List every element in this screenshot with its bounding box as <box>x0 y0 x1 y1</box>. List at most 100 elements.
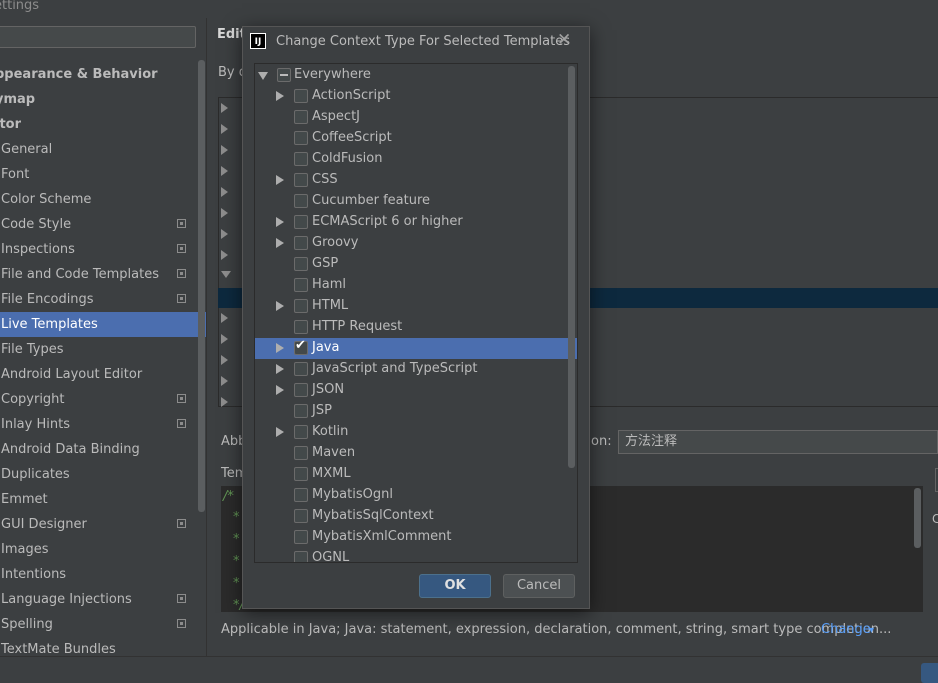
sidebar-item[interactable]: Android Layout Editor <box>0 362 196 387</box>
context-row[interactable]: AspectJ <box>255 107 577 128</box>
context-row[interactable]: HTTP Request <box>255 317 577 338</box>
sidebar-item[interactable]: Android Data Binding <box>0 437 196 462</box>
editor-scrollbar[interactable] <box>914 488 921 548</box>
context-checkbox[interactable] <box>294 320 308 334</box>
sidebar-item[interactable]: Images <box>0 537 196 562</box>
context-row[interactable]: MXML <box>255 464 577 485</box>
context-checkbox[interactable] <box>294 278 308 292</box>
sidebar-item[interactable]: Language Injections <box>0 587 196 612</box>
chevron-right-icon[interactable] <box>276 343 284 353</box>
chevron-right-icon[interactable] <box>276 385 284 395</box>
sidebar-item[interactable]: GUI Designer <box>0 512 196 537</box>
context-checkbox[interactable] <box>294 404 308 418</box>
context-row[interactable]: MybatisOgnl <box>255 485 577 506</box>
sidebar-item[interactable]: Color Scheme <box>0 187 196 212</box>
chevron-right-icon[interactable] <box>221 355 228 365</box>
chevron-right-icon[interactable] <box>221 124 228 134</box>
sidebar-item[interactable]: ymap <box>0 87 190 112</box>
chevron-right-icon[interactable] <box>221 313 228 323</box>
context-checkbox[interactable] <box>294 467 308 481</box>
context-row[interactable]: HTML <box>255 296 577 317</box>
context-row[interactable]: OGNL <box>255 548 577 562</box>
chevron-right-icon[interactable] <box>221 376 228 386</box>
chevron-down-icon[interactable] <box>258 72 268 80</box>
chevron-right-icon[interactable] <box>276 364 284 374</box>
ok-button[interactable]: OK <box>419 574 491 598</box>
context-checkbox[interactable] <box>294 215 308 229</box>
context-row[interactable]: ECMAScript 6 or higher <box>255 212 577 233</box>
chevron-right-icon[interactable] <box>221 229 228 239</box>
context-row[interactable]: ✔ Java <box>255 338 577 359</box>
context-row[interactable]: JavaScript and TypeScript <box>255 359 577 380</box>
sidebar-item[interactable]: Intentions <box>0 562 196 587</box>
sidebar-item[interactable]: Emmet <box>0 487 196 512</box>
context-row[interactable]: MybatisSqlContext <box>255 506 577 527</box>
chevron-right-icon[interactable] <box>221 250 228 260</box>
partial-checkbox[interactable] <box>277 68 291 82</box>
sidebar-item[interactable]: ppearance & Behavior <box>0 62 190 87</box>
chevron-right-icon[interactable] <box>276 217 284 227</box>
chevron-right-icon[interactable] <box>221 103 228 113</box>
context-checkbox[interactable] <box>294 551 308 562</box>
context-row[interactable]: ActionScript <box>255 86 577 107</box>
sidebar-scrollbar[interactable] <box>198 60 205 512</box>
context-checkbox[interactable] <box>294 446 308 460</box>
sidebar-item[interactable]: Copyright <box>0 387 196 412</box>
sidebar-item[interactable]: Duplicates <box>0 462 196 487</box>
context-checkbox[interactable] <box>294 194 308 208</box>
change-context-link[interactable]: Change <box>821 622 871 637</box>
context-row[interactable]: ColdFusion <box>255 149 577 170</box>
context-checkbox[interactable] <box>294 110 308 124</box>
close-icon[interactable]: ✕ <box>557 30 571 50</box>
context-row[interactable]: CoffeeScript <box>255 128 577 149</box>
context-row[interactable]: Haml <box>255 275 577 296</box>
chevron-right-icon[interactable] <box>276 238 284 248</box>
sidebar-item[interactable]: Code Style <box>0 212 196 237</box>
context-checkbox[interactable] <box>294 509 308 523</box>
context-checkbox[interactable]: ✔ <box>294 338 308 355</box>
context-checkbox[interactable] <box>294 362 308 376</box>
chevron-down-icon[interactable] <box>221 271 231 278</box>
context-checkbox[interactable] <box>294 299 308 313</box>
settings-search-input[interactable] <box>0 26 196 48</box>
context-checkbox[interactable] <box>294 530 308 544</box>
context-row[interactable]: Kotlin <box>255 422 577 443</box>
context-row[interactable]: JSON <box>255 380 577 401</box>
context-row[interactable]: Cucumber feature <box>255 191 577 212</box>
context-list-scrollbar[interactable] <box>568 66 575 468</box>
context-checkbox[interactable] <box>294 89 308 103</box>
sidebar-item[interactable]: Font <box>0 162 196 187</box>
chevron-right-icon[interactable] <box>276 175 284 185</box>
sidebar-item[interactable]: itor <box>0 112 190 137</box>
context-checkbox[interactable] <box>294 425 308 439</box>
context-row[interactable]: GSP <box>255 254 577 275</box>
description-input[interactable]: 方法注释 <box>618 430 938 454</box>
context-checkbox[interactable] <box>294 152 308 166</box>
chevron-right-icon[interactable] <box>221 334 228 344</box>
chevron-right-icon[interactable] <box>276 301 284 311</box>
context-row-everywhere[interactable]: Everywhere <box>255 65 577 86</box>
sidebar-item[interactable]: File and Code Templates <box>0 262 196 287</box>
chevron-right-icon[interactable] <box>221 187 228 197</box>
context-row[interactable]: Maven <box>255 443 577 464</box>
context-row[interactable]: CSS <box>255 170 577 191</box>
chevron-right-icon[interactable] <box>221 145 228 155</box>
chevron-right-icon[interactable] <box>221 208 228 218</box>
sidebar-item[interactable]: File Encodings <box>0 287 196 312</box>
chevron-right-icon[interactable] <box>221 397 228 407</box>
context-row[interactable]: JSP <box>255 401 577 422</box>
sidebar-item[interactable]: File Types <box>0 337 196 362</box>
chevron-down-icon[interactable]: ▾ <box>869 625 874 636</box>
context-row[interactable]: Groovy <box>255 233 577 254</box>
footer-ok-button[interactable] <box>921 663 938 683</box>
sidebar-item[interactable]: Inlay Hints <box>0 412 196 437</box>
context-checkbox[interactable] <box>294 236 308 250</box>
context-checkbox[interactable] <box>294 131 308 145</box>
sidebar-item[interactable]: Inspections <box>0 237 196 262</box>
cancel-button[interactable]: Cancel <box>503 574 575 598</box>
context-checkbox[interactable] <box>294 173 308 187</box>
context-checkbox[interactable] <box>294 383 308 397</box>
chevron-right-icon[interactable] <box>276 91 284 101</box>
sidebar-item[interactable]: General <box>0 137 196 162</box>
context-row[interactable]: MybatisXmlComment <box>255 527 577 548</box>
